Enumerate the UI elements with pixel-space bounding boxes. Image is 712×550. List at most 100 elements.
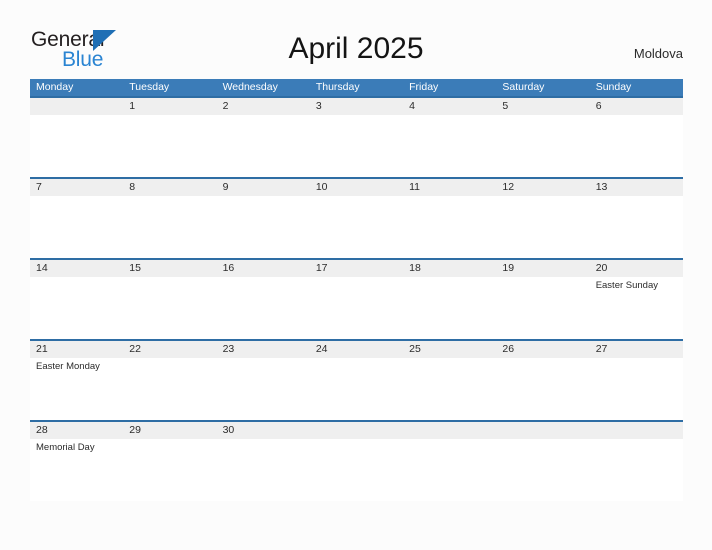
day-number [409,422,496,439]
calendar-grid: Monday Tuesday Wednesday Thursday Friday… [30,79,683,501]
day-event [36,277,123,279]
day-number [596,422,683,439]
day-event [316,358,403,360]
day-event [36,115,123,117]
day-number: 1 [129,100,136,112]
day-event [409,115,496,117]
day-cell[interactable]: 2 [217,98,310,177]
day-number: 15 [129,262,141,274]
day-number: 11 [409,181,421,193]
day-cell[interactable]: 28 Memorial Day [30,422,123,501]
day-event [409,277,496,279]
weekday-header-thursday: Thursday [315,81,360,93]
day-event [409,439,496,441]
day-cell[interactable]: 26 [496,341,589,420]
day-event [36,196,123,198]
weekday-header-monday: Monday [36,81,74,93]
day-cell[interactable]: 14 [30,260,123,339]
day-number: 18 [409,262,421,274]
day-cell[interactable] [403,422,496,501]
day-cell[interactable]: 3 [310,98,403,177]
day-number: 9 [222,181,229,193]
weekday-header-saturday: Saturday [502,81,545,93]
day-event [223,115,310,117]
day-cell[interactable]: 18 [403,260,496,339]
day-event [223,358,310,360]
day-number: 13 [595,181,608,193]
day-cell[interactable]: 6 [590,98,683,177]
day-cell[interactable]: 17 [310,260,403,339]
day-event [409,196,496,198]
page-title: April 2025 [288,32,424,65]
region-label: Moldova [633,46,683,61]
day-number: 19 [502,262,515,274]
day-number: 29 [129,424,141,436]
day-number: 20 [595,262,608,274]
day-number [502,422,589,439]
day-event [129,196,216,198]
day-cell[interactable]: 24 [310,341,403,420]
day-number: 17 [315,262,328,274]
day-cell[interactable] [590,422,683,501]
day-cell[interactable]: 25 [403,341,496,420]
day-number: 14 [36,262,48,274]
day-cell[interactable]: 29 [123,422,216,501]
day-number: 27 [595,343,608,355]
day-cell[interactable]: 30 [217,422,310,501]
day-number: 28 [36,424,48,436]
day-cell[interactable]: 20 Easter Sunday [590,260,683,339]
week-row: 7 8 9 10 11 12 13 [30,177,683,258]
day-cell[interactable]: 10 [310,179,403,258]
day-number: 22 [129,343,141,355]
day-cell[interactable]: 22 [123,341,216,420]
day-cell[interactable]: 1 [123,98,216,177]
day-cell[interactable]: 19 [496,260,589,339]
week-row: 14 15 16 17 18 19 20 Easter Sunday [30,258,683,339]
day-number: 26 [502,343,515,355]
day-number: 8 [129,181,136,193]
day-event [316,196,403,198]
day-event [223,196,310,198]
weekday-header-friday: Friday [409,81,439,93]
day-event [316,439,403,441]
day-event [316,115,403,117]
day-number: 23 [222,343,235,355]
day-number: 24 [315,343,328,355]
day-event [596,439,683,441]
day-cell[interactable]: 4 [403,98,496,177]
day-cell[interactable] [310,422,403,501]
day-cell[interactable]: 7 [30,179,123,258]
day-number: 21 [36,343,48,355]
day-cell[interactable] [496,422,589,501]
day-cell[interactable]: 9 [217,179,310,258]
day-number: 7 [36,181,42,193]
day-event: Memorial Day [36,442,95,453]
day-event [596,196,683,198]
day-number: 3 [315,100,322,112]
week-row: 21 Easter Monday 22 23 24 25 26 27 [30,339,683,420]
day-cell[interactable]: 12 [496,179,589,258]
day-cell[interactable]: 15 [123,260,216,339]
day-cell[interactable]: 27 [590,341,683,420]
day-cell[interactable]: 21 Easter Monday [30,341,123,420]
week-cells: 14 15 16 17 18 19 20 Easter Sunday [30,260,683,339]
day-cell[interactable]: 13 [590,179,683,258]
day-cell[interactable]: 5 [496,98,589,177]
calendar-page: General Blue April 2025 Moldova Monday T… [0,0,712,550]
day-event [129,115,216,117]
day-number: 4 [409,100,415,112]
day-event: Easter Monday [36,361,100,372]
day-cell[interactable]: 8 [123,179,216,258]
week-cells: 7 8 9 10 11 12 13 [30,179,683,258]
day-cell[interactable]: 16 [217,260,310,339]
day-event [129,277,216,279]
day-event [596,115,683,117]
weekday-header-row: Monday Tuesday Wednesday Thursday Friday… [30,79,683,96]
day-cell[interactable]: 11 [403,179,496,258]
day-cell[interactable] [30,98,123,177]
day-cell[interactable]: 23 [217,341,310,420]
week-cells: 1 2 3 4 5 6 [30,98,683,177]
weekday-header-sunday: Sunday [595,81,632,93]
day-event [223,277,310,279]
weekday-header-wednesday: Wednesday [222,81,278,93]
